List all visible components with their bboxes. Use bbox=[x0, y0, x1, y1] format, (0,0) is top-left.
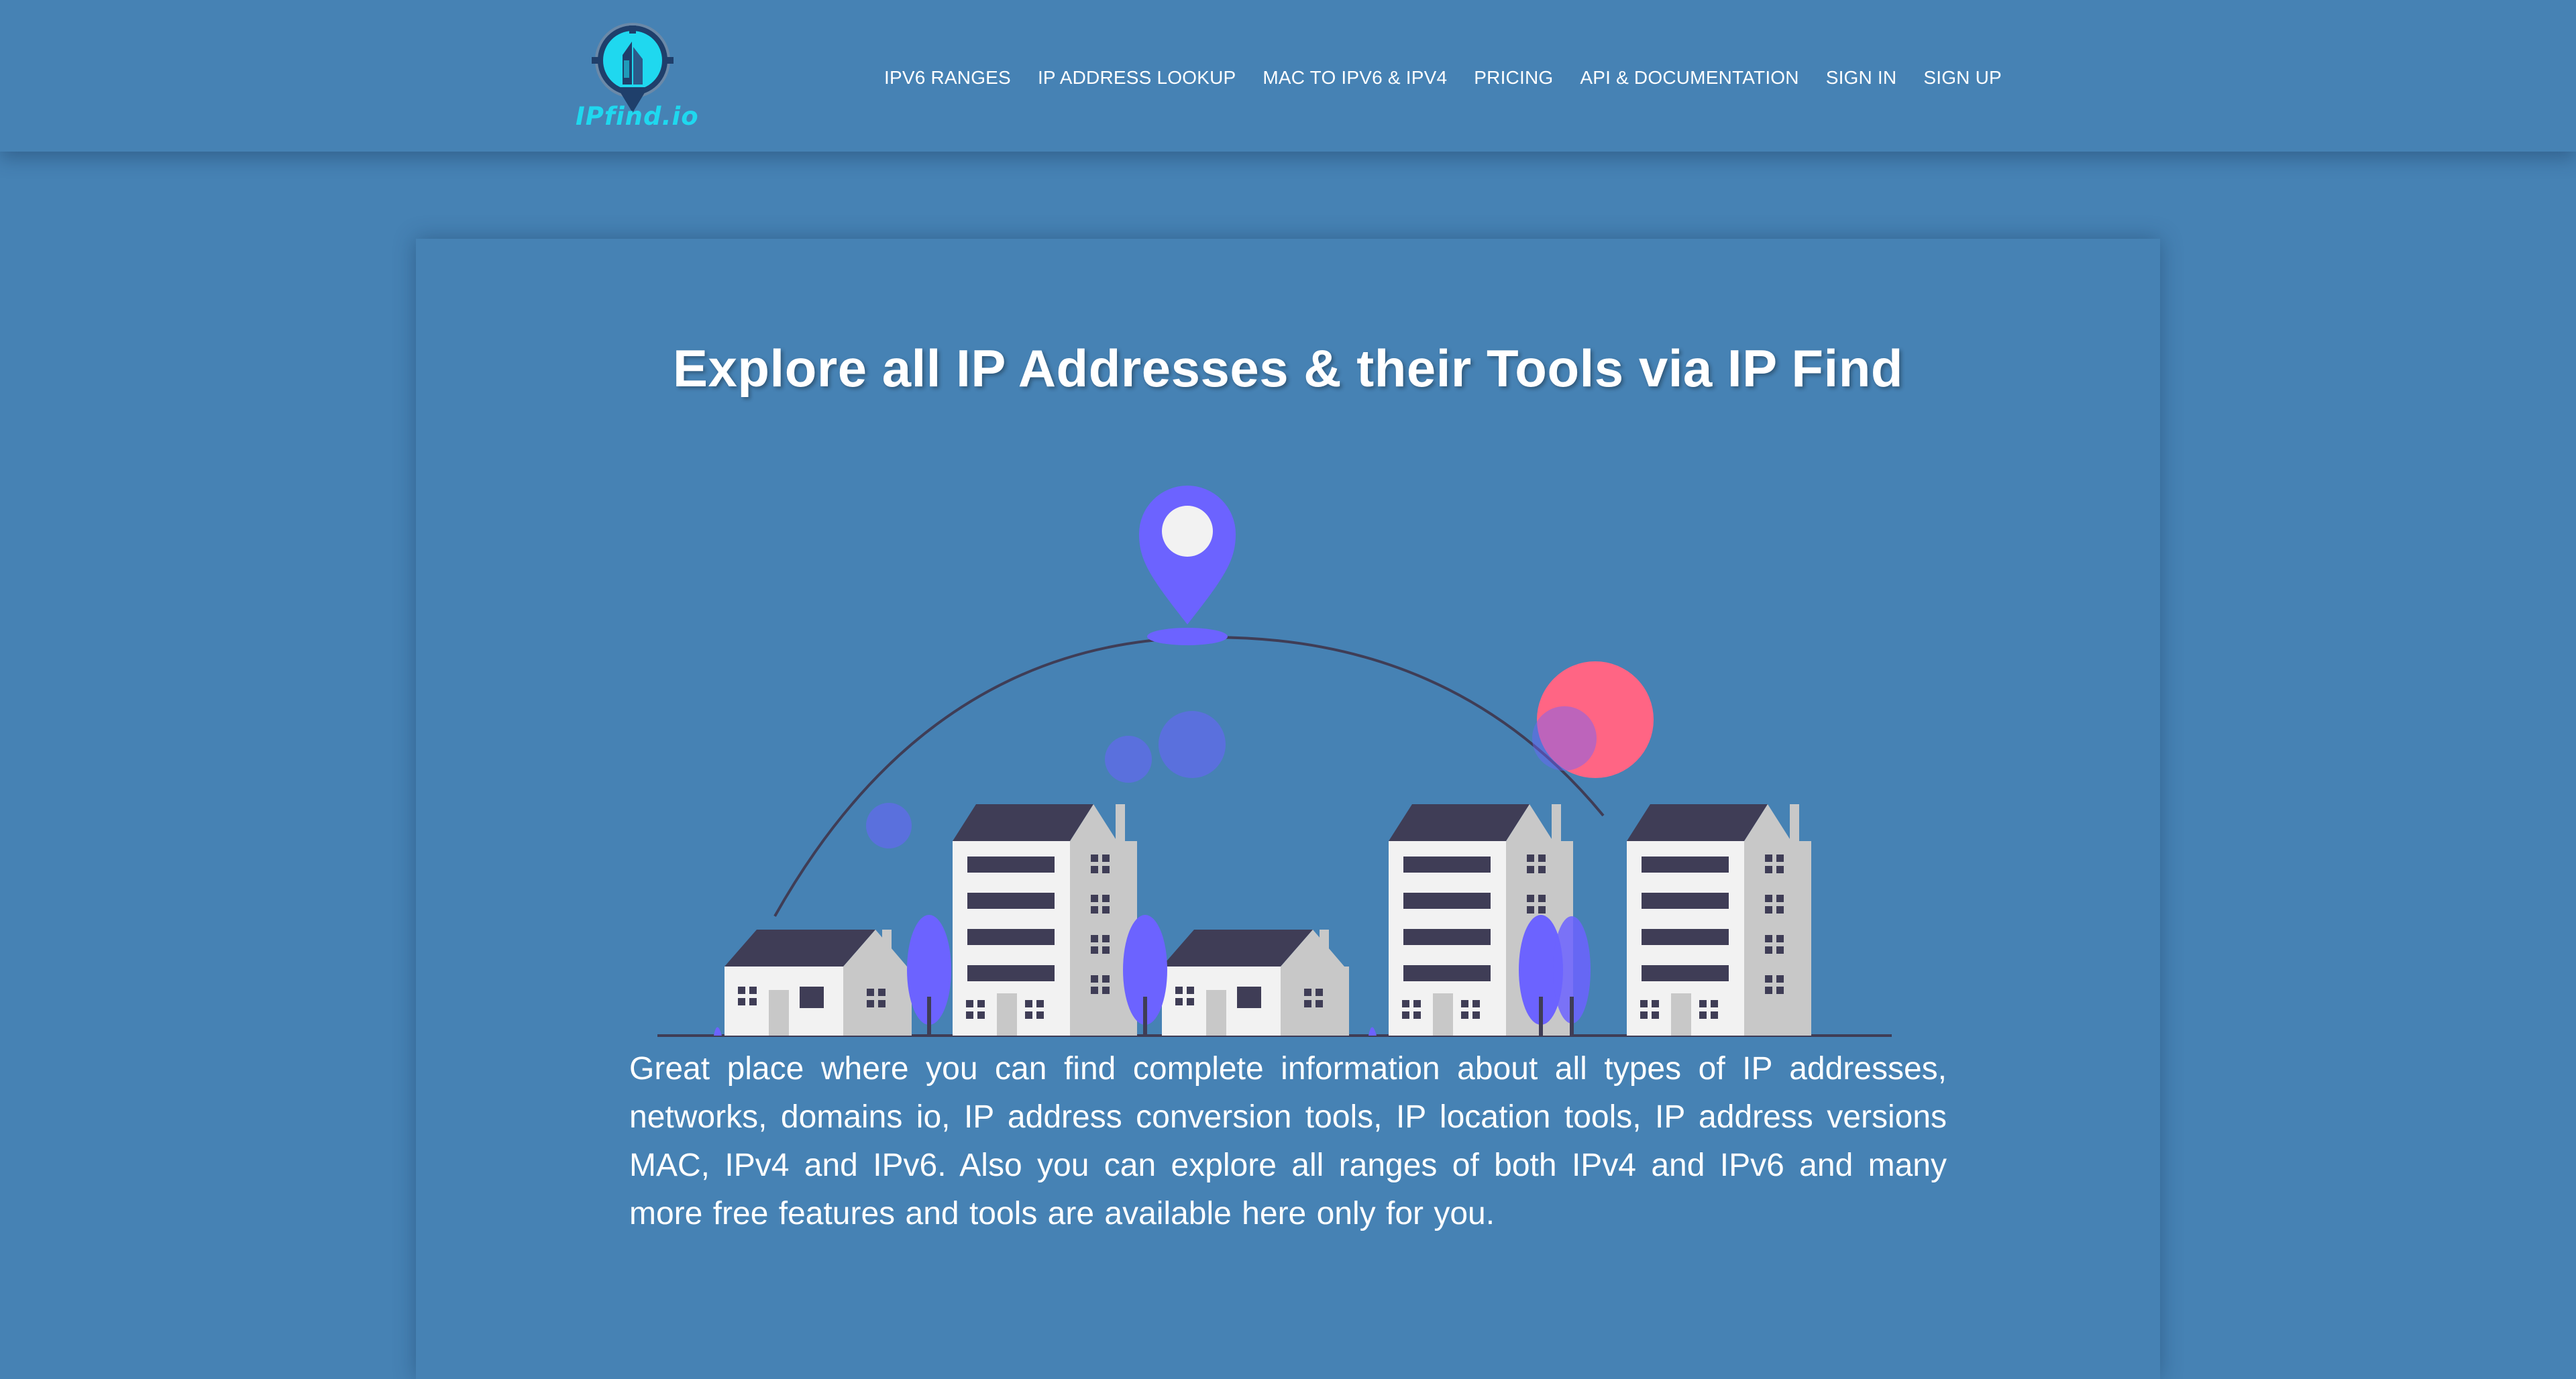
location-pin-city-illustration bbox=[657, 486, 1892, 1037]
nav-sign-in[interactable]: SIGN IN bbox=[1826, 67, 1897, 89]
logo-text: IPfind.io bbox=[576, 102, 699, 131]
map-pin-building-logo-icon bbox=[592, 23, 674, 113]
nav-mac-to-ipv6-ipv4[interactable]: MAC TO IPV6 & IPV4 bbox=[1263, 67, 1447, 89]
hero-title: Explore all IP Addresses & their Tools v… bbox=[672, 339, 1903, 398]
nav-sign-up[interactable]: SIGN UP bbox=[1923, 67, 2002, 89]
hero-card: Explore all IP Addresses & their Tools v… bbox=[416, 239, 2160, 1379]
nav-pricing[interactable]: PRICING bbox=[1474, 67, 1553, 89]
nav-ip-address-lookup[interactable]: IP ADDRESS LOOKUP bbox=[1038, 67, 1236, 89]
site-logo[interactable]: IPfind.io bbox=[576, 15, 699, 140]
main-nav: IPV6 RANGES IP ADDRESS LOOKUP MAC TO IPV… bbox=[884, 64, 2002, 91]
top-navigation-bar: IPfind.io IPV6 RANGES IP ADDRESS LOOKUP … bbox=[0, 0, 2576, 152]
nav-ipv6-ranges[interactable]: IPV6 RANGES bbox=[884, 67, 1011, 89]
nav-api-documentation[interactable]: API & DOCUMENTATION bbox=[1580, 67, 1799, 89]
hero-description: Great place where you can find complete … bbox=[629, 1051, 1947, 1231]
